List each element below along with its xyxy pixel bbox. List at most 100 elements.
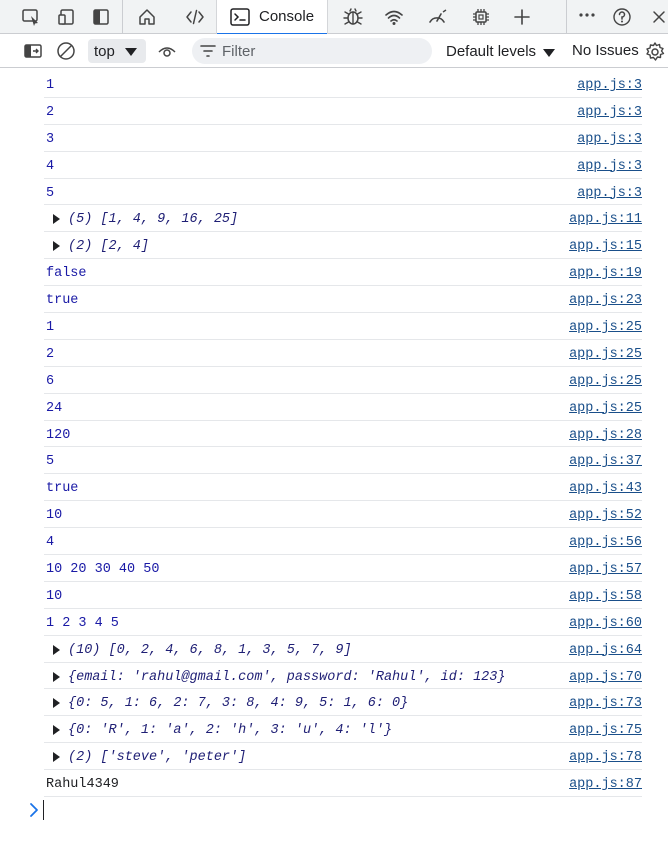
console-message-row: 4 app.js:56 xyxy=(44,528,642,556)
console-message-text: 3 xyxy=(46,131,55,147)
live-expression-eye-icon[interactable] xyxy=(154,38,180,64)
source-link[interactable]: app.js:70 xyxy=(569,670,642,685)
filter-box[interactable] xyxy=(192,38,432,64)
source-link[interactable]: app.js:75 xyxy=(569,723,642,738)
console-message-row: 4 app.js:3 xyxy=(44,152,642,179)
source-link[interactable]: app.js:56 xyxy=(569,535,642,550)
dock-icon[interactable] xyxy=(88,4,114,30)
tab-console-label: Console xyxy=(259,8,315,25)
expand-triangle-icon[interactable] xyxy=(53,698,60,709)
console-message-row[interactable]: (2) ['steve', 'peter'] app.js:78 xyxy=(44,743,642,771)
source-link[interactable]: app.js:11 xyxy=(569,212,642,227)
console-message-text: {0: 5, 1: 6, 2: 7, 3: 8, 4: 9, 5: 1, 6: … xyxy=(68,696,409,712)
source-link[interactable]: app.js:37 xyxy=(569,454,642,469)
source-link[interactable]: app.js:43 xyxy=(569,481,642,496)
filter-icon xyxy=(200,45,216,57)
console-message-text: false xyxy=(46,266,87,282)
console-message-text: 1 xyxy=(46,78,55,93)
more-icon[interactable] xyxy=(574,4,600,30)
console-message-row: 2 app.js:3 xyxy=(44,98,642,125)
console-message-row[interactable]: (10) [0, 2, 4, 6, 8, 1, 3, 5, 7, 9] app.j… xyxy=(44,636,642,663)
source-link[interactable]: app.js:25 xyxy=(569,347,642,362)
source-link[interactable]: app.js:87 xyxy=(569,777,642,792)
console-message-row: 3 app.js:3 xyxy=(44,125,642,152)
expand-triangle-icon[interactable] xyxy=(53,644,60,655)
console-messages: 1 app.js:3 2 app.js:3 3 app.js:3 4 app.js:3 5 app… xyxy=(0,71,668,798)
source-link[interactable]: app.js:3 xyxy=(577,186,642,201)
console-message-text: {email: 'rahul@gmail.com', password: 'Ra… xyxy=(68,669,506,685)
console-message-row: 120 app.js:28 xyxy=(44,421,642,448)
source-link[interactable]: app.js:28 xyxy=(569,428,642,443)
console-message-row: 24 app.js:25 xyxy=(44,394,642,421)
source-link[interactable]: app.js:3 xyxy=(577,78,642,93)
source-link[interactable]: app.js:57 xyxy=(569,562,642,577)
console-message-text: 10 20 30 40 50 xyxy=(46,562,160,578)
console-message-row[interactable]: {email: 'rahul@gmail.com', password: 'Ra… xyxy=(44,663,642,690)
console-message-text: 10 xyxy=(46,588,63,604)
source-link[interactable]: app.js:3 xyxy=(577,159,642,174)
console-message-text: (10) [0, 2, 4, 6, 8, 1, 3, 5, 7, 9] xyxy=(68,642,352,658)
filter-input[interactable] xyxy=(222,41,422,61)
console-input-caret[interactable] xyxy=(43,800,44,820)
console-prompt-icon xyxy=(30,803,38,817)
tab-separator xyxy=(566,0,567,34)
context-selector-label: top xyxy=(94,43,115,60)
console-message-text: (5) [1, 4, 9, 16, 25] xyxy=(68,212,239,228)
help-icon[interactable] xyxy=(609,4,635,30)
network-icon[interactable] xyxy=(381,4,407,30)
expand-triangle-icon[interactable] xyxy=(53,214,60,225)
console-message-row: 1 app.js:3 xyxy=(44,71,642,98)
source-link[interactable]: app.js:52 xyxy=(569,508,642,523)
source-link[interactable]: app.js:78 xyxy=(569,750,642,765)
close-devtools-icon[interactable] xyxy=(646,4,668,30)
console-message-text: 1 xyxy=(46,320,55,336)
source-link[interactable]: app.js:25 xyxy=(569,374,642,389)
console-message-row[interactable]: {0: 5, 1: 6, 2: 7, 3: 8, 4: 9, 5: 1, 6: … xyxy=(44,689,642,717)
tab-console[interactable]: Console xyxy=(216,0,328,35)
source-link[interactable]: app.js:15 xyxy=(569,239,642,254)
source-link[interactable]: app.js:23 xyxy=(569,293,642,308)
console-message-text: 2 xyxy=(46,346,55,362)
welcome-icon[interactable] xyxy=(134,4,160,30)
source-link[interactable]: app.js:3 xyxy=(577,105,642,120)
source-link[interactable]: app.js:25 xyxy=(569,320,642,335)
performance-icon[interactable] xyxy=(424,4,450,30)
default-levels-dropdown[interactable]: Default levels xyxy=(446,43,536,60)
console-message-row: 2 app.js:25 xyxy=(44,340,642,367)
source-link[interactable]: app.js:64 xyxy=(569,643,642,658)
console-message-row: false app.js:19 xyxy=(44,259,642,287)
source-link[interactable]: app.js:60 xyxy=(569,616,642,631)
memory-icon[interactable] xyxy=(468,4,494,30)
console-message-row: 10 app.js:58 xyxy=(44,582,642,609)
console-message-row: true app.js:23 xyxy=(44,286,642,314)
console-message-row[interactable]: (2) [2, 4] app.js:15 xyxy=(44,232,642,260)
console-message-text: true xyxy=(46,481,79,497)
inspect-icon[interactable] xyxy=(18,4,44,30)
console-message-text: 6 xyxy=(46,373,55,389)
source-link[interactable]: app.js:3 xyxy=(577,132,642,147)
device-toolbar-icon[interactable] xyxy=(54,4,80,30)
context-selector[interactable]: top xyxy=(88,39,146,63)
console-message-text: 1 2 3 4 5 xyxy=(46,615,119,631)
issues-counter[interactable]: No Issues xyxy=(572,42,639,59)
console-message-row: 5 app.js:3 xyxy=(44,179,642,206)
console-toolbar: top Default levels No Issues xyxy=(0,34,668,68)
sources-icon[interactable] xyxy=(340,4,366,30)
source-link[interactable]: app.js:73 xyxy=(569,696,642,711)
console-message-row: 1 2 3 4 5 app.js:60 xyxy=(44,609,642,636)
console-message-row[interactable]: {0: 'R', 1: 'a', 2: 'h', 3: 'u', 4: 'l'}… xyxy=(44,716,642,744)
add-tab-icon[interactable] xyxy=(509,4,535,30)
source-link[interactable]: app.js:19 xyxy=(569,266,642,281)
gear-icon[interactable] xyxy=(644,41,666,63)
console-message-row[interactable]: (5) [1, 4, 9, 16, 25] app.js:11 xyxy=(44,205,642,233)
expand-triangle-icon[interactable] xyxy=(53,671,60,682)
expand-triangle-icon[interactable] xyxy=(53,241,60,252)
console-message-text: 24 xyxy=(46,400,63,416)
expand-triangle-icon[interactable] xyxy=(53,752,60,763)
sidebar-toggle-icon[interactable] xyxy=(20,38,46,64)
clear-console-icon[interactable] xyxy=(53,38,79,64)
source-link[interactable]: app.js:25 xyxy=(569,401,642,416)
source-link[interactable]: app.js:58 xyxy=(569,589,642,604)
elements-icon[interactable] xyxy=(182,4,208,30)
expand-triangle-icon[interactable] xyxy=(53,725,60,736)
